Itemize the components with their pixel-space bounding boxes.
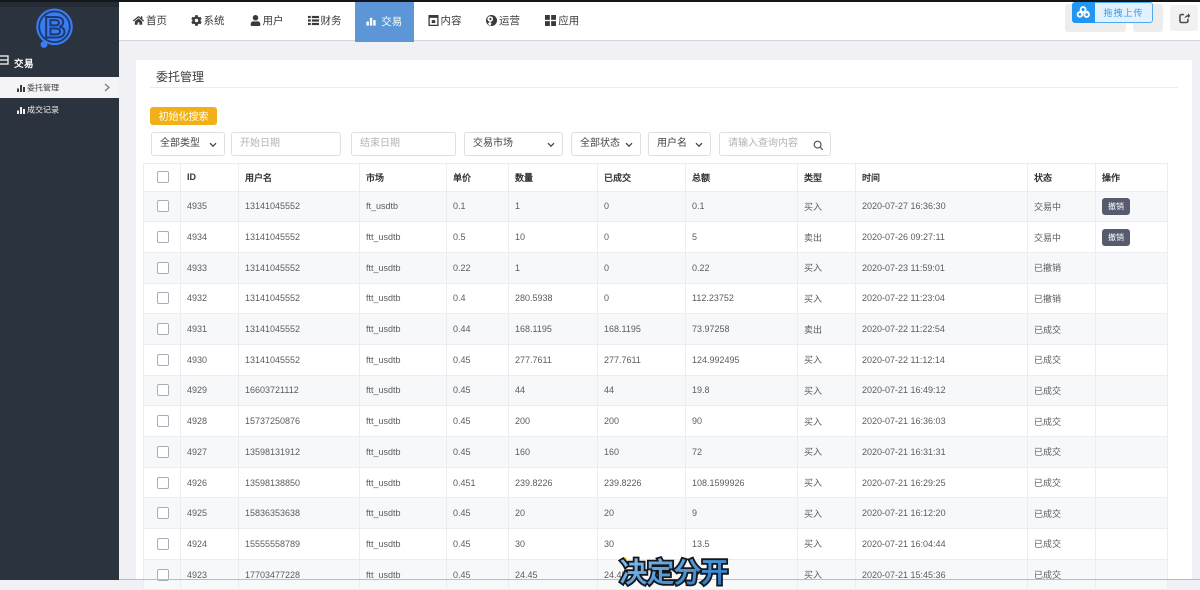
svg-text:B: B [44,12,66,45]
